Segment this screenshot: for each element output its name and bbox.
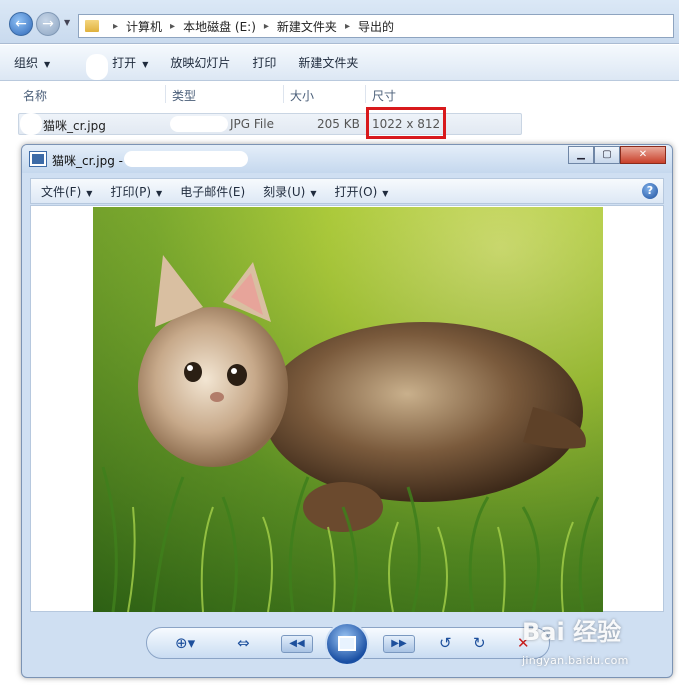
chevron-down-icon: ▼ [142, 60, 149, 69]
breadcrumb-drive[interactable]: 本地磁盘 (E:) [183, 18, 256, 35]
menu-print-label: 打印(P) [110, 184, 152, 199]
next-button[interactable]: ▶▶ [383, 635, 415, 653]
breadcrumb-arrow-icon[interactable]: ▸ [170, 21, 175, 32]
column-divider[interactable] [283, 85, 284, 103]
chevron-down-icon: ▼ [310, 188, 317, 198]
breadcrumb-arrow-icon[interactable]: ▸ [264, 21, 269, 32]
help-icon[interactable]: ? [642, 183, 658, 199]
column-dimensions[interactable]: 尺寸 [372, 87, 396, 104]
menu-print[interactable]: 打印(P) ▼ [110, 183, 162, 200]
folder-icon [85, 20, 99, 32]
watermark-url: jingyan.baidu.com [522, 654, 629, 667]
slideshow-play-button[interactable] [325, 622, 369, 666]
actual-size-icon[interactable]: ⇔ [237, 634, 250, 652]
redacted-area [20, 113, 42, 135]
file-row[interactable]: 猫咪_cr.jpg JPG File 205 KB 1022 x 812 [18, 113, 522, 135]
breadcrumb-arrow-icon[interactable]: ▸ [345, 21, 350, 32]
image-canvas [30, 205, 664, 612]
address-bar-area: ← → ▼ ▸ 计算机 ▸ 本地磁盘 (E:) ▸ 新建文件夹 ▸ 导出的 [0, 0, 679, 44]
column-name[interactable]: 名称 [23, 87, 47, 104]
minimize-button[interactable]: ▁ [568, 146, 594, 164]
redacted-area [170, 116, 228, 132]
open-button[interactable]: 打开 ▼ [112, 54, 148, 71]
baidu-jingyan-watermark: Bai 经验 jingyan.baidu.com [518, 612, 668, 674]
open-label: 打开 [112, 56, 137, 70]
viewer-title: 猫咪_cr.jpg - [52, 154, 123, 168]
chevron-down-icon: ▼ [44, 60, 51, 69]
kitten-illustration [93, 207, 603, 612]
new-folder-button[interactable]: 新建文件夹 [298, 54, 358, 71]
breadcrumb-exported[interactable]: 导出的 [358, 18, 394, 35]
forward-button[interactable]: → [36, 12, 60, 36]
column-divider[interactable] [365, 85, 366, 103]
file-size: 205 KB [317, 117, 360, 131]
column-size[interactable]: 大小 [290, 87, 314, 104]
menu-file[interactable]: 文件(F) ▼ [41, 183, 92, 200]
redacted-area [86, 54, 108, 80]
organize-label: 组织 [14, 56, 39, 70]
breadcrumb-new-folder[interactable]: 新建文件夹 [277, 18, 337, 35]
kitten-photo [93, 207, 603, 612]
organize-button[interactable]: 组织 ▼ [14, 54, 50, 71]
slideshow-icon [338, 636, 356, 651]
zoom-icon[interactable]: ⊕▾ [175, 634, 195, 652]
menu-email[interactable]: 电子邮件(E) [180, 183, 245, 200]
menu-open[interactable]: 打开(O) ▼ [334, 183, 388, 200]
recent-pages-dropdown[interactable]: ▼ [64, 18, 70, 27]
redacted-area [124, 151, 248, 167]
menu-file-label: 文件(F) [41, 184, 82, 199]
viewer-menubar: 文件(F) ▼ 打印(P) ▼ 电子邮件(E) 刻录(U) ▼ 打开(O) ▼ ? [30, 178, 664, 204]
breadcrumb-computer[interactable]: 计算机 [126, 18, 162, 35]
menu-burn[interactable]: 刻录(U) ▼ [263, 183, 316, 200]
address-box[interactable]: ▸ 计算机 ▸ 本地磁盘 (E:) ▸ 新建文件夹 ▸ 导出的 [78, 14, 674, 38]
breadcrumb: ▸ 计算机 ▸ 本地磁盘 (E:) ▸ 新建文件夹 ▸ 导出的 [105, 18, 394, 35]
column-type[interactable]: 类型 [172, 87, 196, 104]
chevron-down-icon: ▼ [156, 188, 163, 198]
back-button[interactable]: ← [9, 12, 33, 36]
rotate-left-icon[interactable]: ↺ [439, 634, 452, 652]
file-type: JPG File [230, 117, 274, 131]
explorer-window: ← → ▼ ▸ 计算机 ▸ 本地磁盘 (E:) ▸ 新建文件夹 ▸ 导出的 组织… [0, 0, 679, 690]
chevron-down-icon: ▼ [86, 188, 93, 198]
breadcrumb-arrow-icon[interactable]: ▸ [113, 21, 118, 32]
menu-open-label: 打开(O) [334, 184, 378, 199]
dimensions-highlight-box [366, 107, 446, 139]
viewer-controls: ⊕▾ ⇔ ◀◀ ▶▶ ↺ ↻ ✕ [146, 622, 550, 666]
photo-viewer-window: 猫咪_cr.jpg - ▁ ▢ ✕ 文件(F) ▼ 打印(P) ▼ 电子邮件(E) … [21, 144, 673, 678]
window-controls: ▁ ▢ ✕ [568, 146, 666, 164]
column-headers: 名称 类型 大小 尺寸 [0, 82, 679, 106]
column-divider[interactable] [165, 85, 166, 103]
chevron-down-icon: ▼ [382, 188, 389, 198]
menu-burn-label: 刻录(U) [263, 184, 306, 199]
slideshow-button[interactable]: 放映幻灯片 [170, 54, 230, 71]
watermark-logo: Bai 经验 [522, 618, 622, 646]
rotate-right-icon[interactable]: ↻ [473, 634, 486, 652]
viewer-titlebar[interactable]: 猫咪_cr.jpg - ▁ ▢ ✕ [22, 145, 672, 173]
file-name: 猫咪_cr.jpg [43, 119, 106, 133]
photo-viewer-icon [29, 151, 47, 167]
print-button[interactable]: 打印 [252, 54, 276, 71]
maximize-button[interactable]: ▢ [594, 146, 620, 164]
close-button[interactable]: ✕ [620, 146, 666, 164]
previous-button[interactable]: ◀◀ [281, 635, 313, 653]
